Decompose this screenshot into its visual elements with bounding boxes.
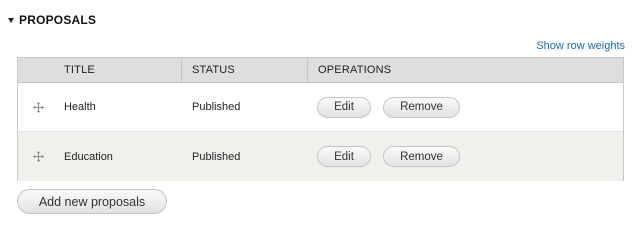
drag-column-header	[18, 58, 54, 82]
row-title: Education	[64, 150, 113, 163]
table-header: TITLE STATUS OPERATIONS	[18, 58, 623, 83]
section-title: PROPOSALS	[19, 13, 97, 27]
row-operations: Edit Remove	[308, 146, 623, 167]
proposals-table: TITLE STATUS OPERATIONS Health Published…	[17, 57, 624, 181]
column-header-operations: OPERATIONS	[318, 64, 392, 76]
remove-button[interactable]: Remove	[383, 146, 460, 167]
row-status: Published	[192, 150, 241, 163]
section-header[interactable]: PROPOSALS	[8, 13, 96, 27]
column-header-title: TITLE	[54, 58, 182, 82]
table-row: Health Published Edit Remove	[18, 83, 623, 132]
row-operations: Edit Remove	[308, 96, 623, 118]
drag-handle-icon[interactable]	[18, 101, 54, 113]
edit-button[interactable]: Edit	[317, 96, 371, 118]
drag-handle-icon[interactable]	[18, 151, 54, 162]
row-status: Published	[192, 101, 241, 113]
table-row: Education Published Edit Remove	[18, 132, 623, 181]
caret-down-icon[interactable]	[8, 18, 14, 23]
show-row-weights-link[interactable]: Show row weights	[536, 40, 625, 52]
column-header-status: STATUS	[182, 58, 308, 82]
add-new-proposals-button[interactable]: Add new proposals	[17, 189, 167, 214]
row-title: Health	[64, 101, 96, 113]
remove-button[interactable]: Remove	[383, 96, 460, 118]
edit-button[interactable]: Edit	[317, 146, 371, 167]
